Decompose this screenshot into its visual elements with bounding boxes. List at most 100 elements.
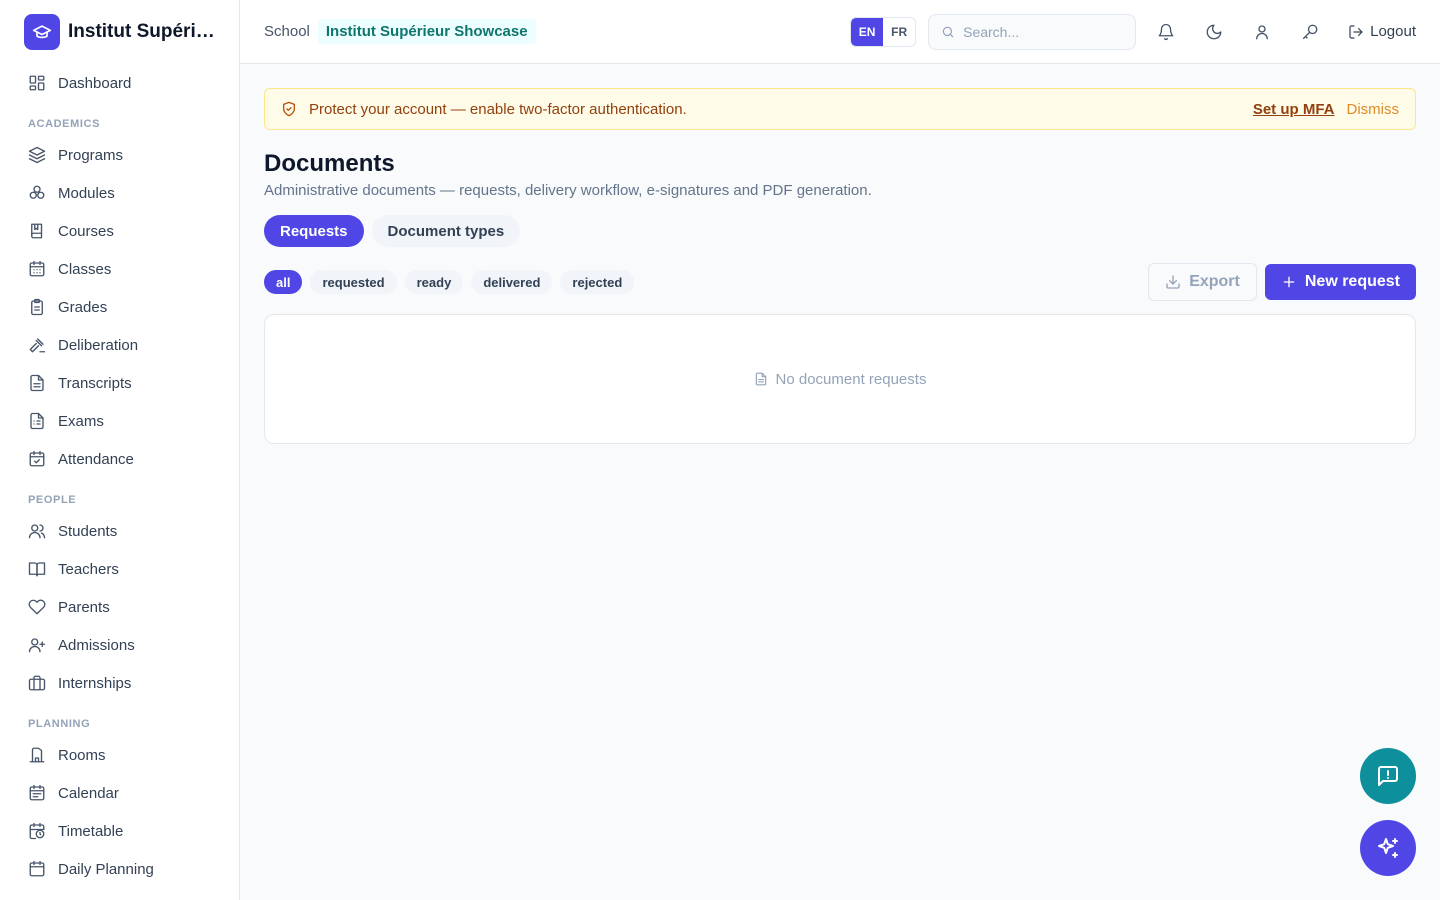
sidebar-item-dashboard[interactable]: Dashboard [0, 64, 239, 102]
moon-icon[interactable] [1190, 23, 1238, 41]
filter-requested[interactable]: requested [310, 270, 397, 294]
key-icon[interactable] [1286, 23, 1334, 41]
sidebar-item-label: Internships [58, 674, 132, 692]
dashboard-icon [28, 74, 46, 92]
sidebar-item-internships[interactable]: Internships [0, 664, 239, 702]
user-plus-icon [28, 636, 46, 654]
sidebar-item-attendance[interactable]: Attendance [0, 440, 239, 478]
search-icon [941, 25, 955, 39]
dismiss-button[interactable]: Dismiss [1347, 101, 1400, 118]
sidebar-item-label: Classes [58, 260, 112, 278]
top-header: School Institut Supérieur Showcase EN FR… [240, 0, 1440, 64]
ai-assistant-button[interactable] [1360, 820, 1416, 876]
new-request-button[interactable]: New request [1264, 264, 1416, 300]
sidebar-item-label: Daily Planning [58, 860, 154, 878]
bell-icon[interactable] [1142, 23, 1190, 41]
sidebar-item-label: Admissions [58, 636, 135, 654]
sidebar-item-admissions[interactable]: Admissions [0, 626, 239, 664]
sidebar-item-programs[interactable]: Programs [0, 136, 239, 174]
sidebar-item-deliberation[interactable]: Deliberation [0, 326, 239, 364]
calendar-grid-icon [28, 260, 46, 278]
sidebar-item-label: Rooms [58, 746, 106, 764]
page-subtitle: Administrative documents — requests, del… [264, 182, 872, 199]
gavel-icon [28, 336, 46, 354]
sidebar-item-teachers[interactable]: Teachers [0, 550, 239, 588]
sidebar-item-label: Students [58, 522, 118, 540]
sidebar: Institut Supérieur Showcase Dashboard ACA… [0, 0, 240, 900]
sidebar-item-label: Courses [58, 222, 114, 240]
lang-en-button[interactable]: EN [851, 17, 884, 46]
tab-document-types[interactable]: Document types [371, 215, 521, 247]
calendar-icon [28, 784, 46, 802]
file-check-icon [28, 412, 46, 430]
sidebar-item-timetable[interactable]: Timetable [0, 812, 239, 850]
clipboard-icon [28, 298, 46, 316]
sidebar-item-label: Modules [58, 184, 115, 202]
open-book-icon [28, 560, 46, 578]
sidebar-item-exams[interactable]: Exams [0, 402, 239, 440]
logout-icon [1349, 24, 1363, 39]
brand-name: Institut Supérieur Showcase [68, 21, 215, 42]
sidebar-item-modules[interactable]: Modules [0, 174, 239, 212]
sidebar-nav: Dashboard ACADEMICS Programs Modules Courses… [0, 64, 239, 888]
school-label: School [264, 23, 310, 40]
filter-delivered[interactable]: delivered [471, 270, 553, 294]
feedback-chat-button[interactable] [1360, 748, 1416, 804]
sidebar-item-classes[interactable]: Classes [0, 250, 239, 288]
lang-fr-button[interactable]: FR [883, 18, 915, 46]
sidebar-item-label: Grades [58, 298, 108, 316]
status-filters: all requested ready delivered rejected [264, 270, 1148, 294]
layers-icon [28, 146, 46, 164]
sidebar-item-rooms[interactable]: Rooms [0, 736, 239, 774]
empty-state: No document requests [264, 314, 1416, 444]
search-input[interactable] [963, 23, 1124, 40]
page-title: Documents [264, 150, 395, 177]
empty-state-text: No document requests [775, 370, 927, 388]
calendar-list-icon [28, 860, 46, 878]
briefcase-icon [28, 674, 46, 692]
sidebar-section-people: PEOPLE [28, 494, 77, 506]
sidebar-item-label: Calendar [58, 784, 119, 802]
sidebar-item-label: Timetable [58, 822, 124, 840]
sidebar-item-label: Programs [58, 146, 124, 164]
calendar-check-icon [28, 450, 46, 468]
export-label: Export [1189, 273, 1240, 290]
sidebar-item-label: Transcripts [58, 374, 132, 392]
tab-requests[interactable]: Requests [264, 215, 364, 247]
download-icon [1166, 275, 1180, 289]
user-icon[interactable] [1238, 23, 1286, 41]
plus-icon [1283, 276, 1295, 288]
setup-mfa-link[interactable]: Set up MFA [1253, 101, 1335, 118]
sidebar-item-courses[interactable]: Courses [0, 212, 239, 250]
sidebar-item-students[interactable]: Students [0, 512, 239, 550]
book-icon [28, 222, 46, 240]
boxes-icon [28, 184, 46, 202]
school-name-badge[interactable]: Institut Supérieur Showcase [317, 19, 536, 44]
logout-button[interactable]: Logout [1348, 23, 1416, 40]
sidebar-item-parents[interactable]: Parents [0, 588, 239, 626]
language-switcher: EN FR [850, 16, 917, 47]
sidebar-item-label: Dashboard [58, 74, 132, 92]
sidebar-item-label: Teachers [58, 560, 119, 578]
main-content: Protect your account — enable two-factor… [264, 88, 1416, 444]
filter-ready[interactable]: ready [404, 270, 464, 294]
search-box [928, 13, 1137, 50]
export-button[interactable]: Export [1148, 263, 1257, 301]
shield-icon [281, 101, 297, 117]
sidebar-item-transcripts[interactable]: Transcripts [0, 364, 239, 402]
tab-bar: Requests Document types [264, 215, 1416, 247]
filter-rejected[interactable]: rejected [560, 270, 635, 294]
mfa-banner: Protect your account — enable two-factor… [264, 88, 1416, 130]
sparkles-icon [1378, 838, 1398, 858]
brand[interactable]: Institut Supérieur Showcase [0, 0, 239, 64]
sidebar-item-label: Parents [58, 598, 110, 616]
sidebar-item-daily-planning[interactable]: Daily Planning [0, 850, 239, 888]
building-icon [28, 746, 46, 764]
sidebar-item-calendar[interactable]: Calendar [0, 774, 239, 812]
new-request-label: New request [1304, 273, 1400, 290]
filter-all[interactable]: all [264, 270, 303, 294]
calendar-clock-icon [28, 822, 46, 840]
sidebar-item-grades[interactable]: Grades [0, 288, 239, 326]
sidebar-item-label: Deliberation [58, 336, 139, 354]
graduation-cap-icon [24, 14, 60, 50]
